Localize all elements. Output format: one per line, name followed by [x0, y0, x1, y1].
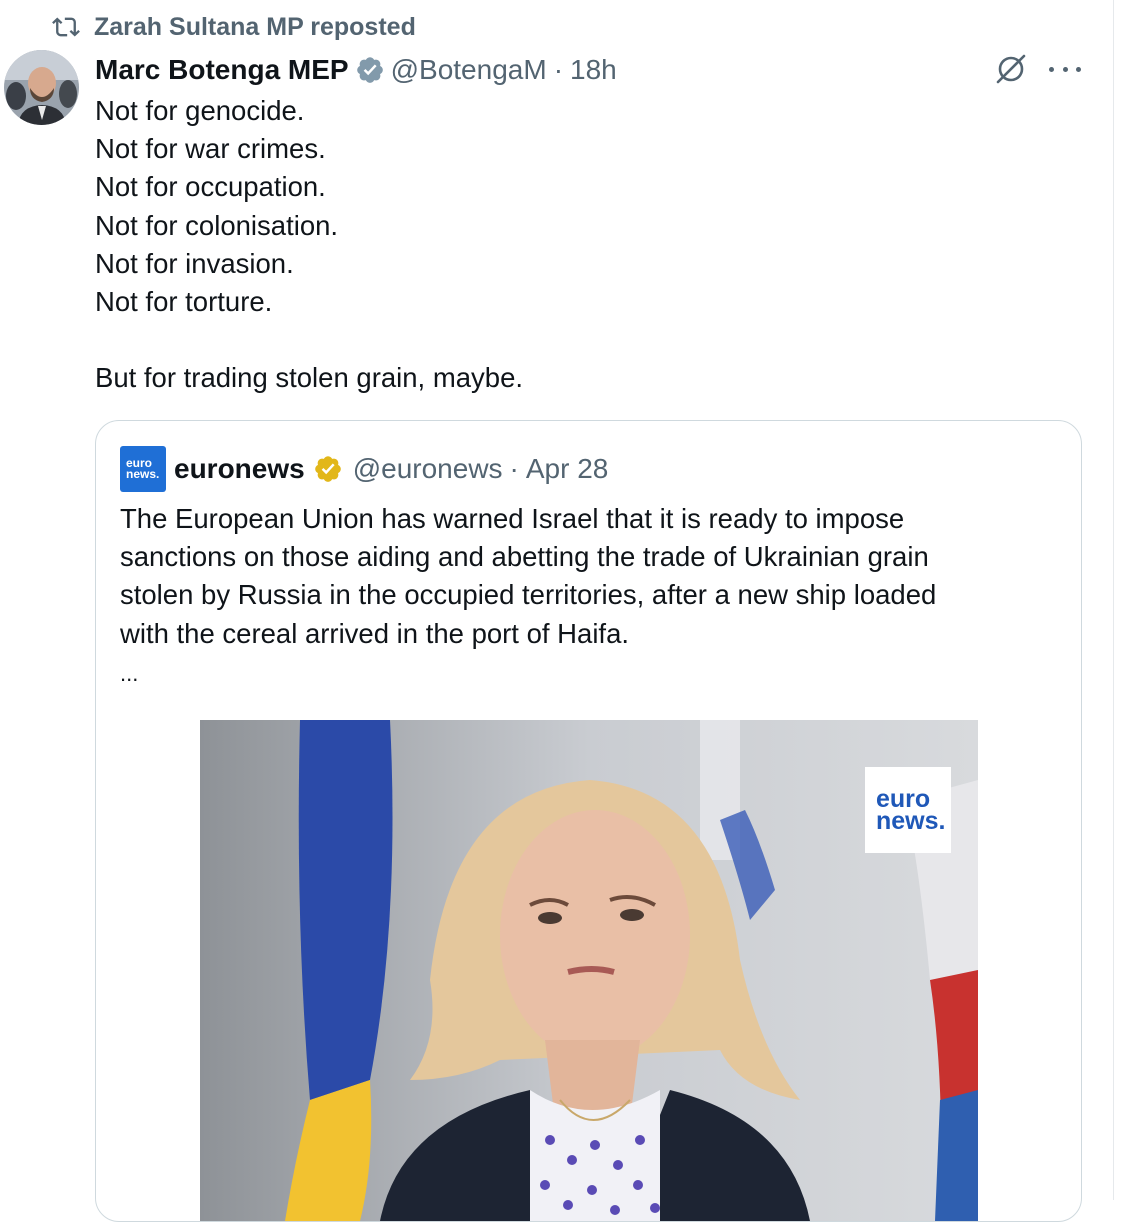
quoted-line: sanctions on those aiding and abetting t…	[120, 541, 929, 573]
quoted-post-text: The European Union has warned Israel tha…	[120, 500, 1060, 653]
post-text: Not for genocide. Not for war crimes. No…	[95, 92, 1095, 398]
repost-label[interactable]: Zarah Sultana MP reposted	[94, 13, 416, 42]
post-line	[95, 321, 1095, 359]
repost-icon	[52, 17, 80, 37]
separator-dot: ·	[509, 453, 519, 484]
post-line: Not for war crimes.	[95, 133, 326, 165]
post-line: Not for colonisation.	[95, 209, 339, 241]
post-line: Not for genocide.	[95, 95, 305, 126]
euronews-watermark-logo: euro news.	[865, 767, 951, 853]
separator-dot: ·	[553, 54, 564, 85]
verified-badge-icon	[356, 57, 383, 83]
gold-verified-badge-icon	[314, 456, 341, 482]
post-line: Not for invasion.	[95, 247, 294, 279]
post-timestamp[interactable]: 18h	[570, 54, 617, 86]
truncation-ellipsis: ...	[120, 661, 139, 686]
more-options-icon[interactable]	[1049, 56, 1081, 82]
quoted-line: The European Union has warned Israel tha…	[120, 503, 905, 534]
quoted-post-card[interactable]: euro news. euronews @euronews · Apr 28 T…	[95, 420, 1082, 1222]
repost-header[interactable]: Zarah Sultana MP reposted	[52, 11, 416, 43]
quoted-line: with the cereal arrived in the port of H…	[120, 617, 630, 649]
author-name[interactable]: Marc Botenga MEP	[95, 54, 349, 86]
quoted-line: stolen by Russia in the occupied territo…	[120, 579, 937, 611]
post-line: But for trading stolen grain, maybe.	[95, 362, 524, 394]
post-author-row: Marc Botenga MEP @BotengaM · 18h	[95, 50, 617, 90]
author-handle[interactable]: @BotengaM	[391, 54, 547, 86]
quoted-post-timestamp[interactable]: Apr 28	[526, 453, 609, 485]
quoted-post-image[interactable]: euro news.	[200, 720, 978, 1221]
quoted-author-name[interactable]: euronews	[174, 453, 305, 485]
grok-icon[interactable]	[994, 52, 1028, 86]
euronews-logo-avatar[interactable]: euro news.	[120, 446, 166, 492]
quoted-author-row: euronews @euronews · Apr 28	[174, 449, 608, 489]
post-line: Not for torture.	[95, 285, 273, 317]
avatar[interactable]	[4, 50, 79, 125]
watermark-text-bottom: news.	[876, 807, 946, 835]
logo-text-bottom: news.	[126, 467, 160, 481]
quoted-author-handle[interactable]: @euronews	[353, 453, 503, 485]
column-divider	[1113, 0, 1114, 1200]
post-line: Not for occupation.	[95, 171, 326, 203]
